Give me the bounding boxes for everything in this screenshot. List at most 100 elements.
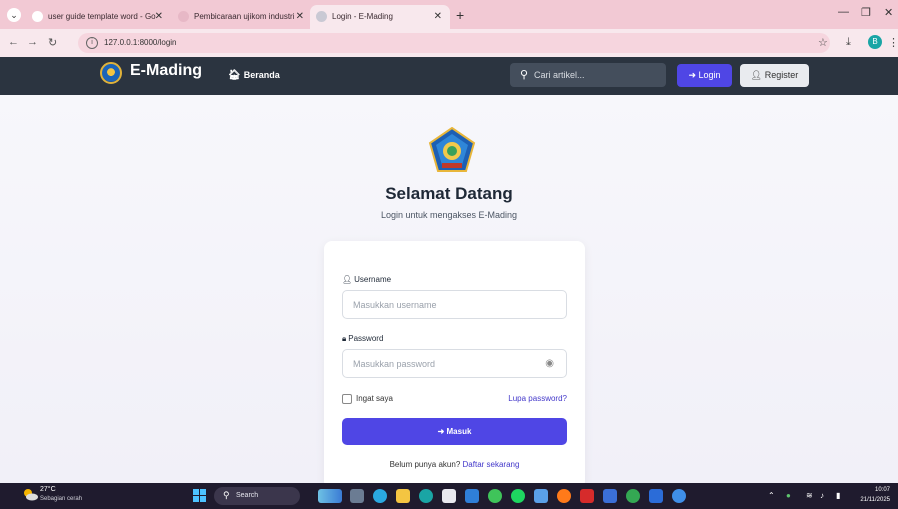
password-label: 🔒︎ Password [342, 334, 383, 344]
remember-checkbox[interactable] [342, 394, 352, 404]
window-close-icon[interactable]: ✕ [884, 6, 893, 19]
register-button-label: Register [764, 70, 799, 80]
remember-label: Ingat saya [356, 394, 393, 404]
minimize-icon[interactable]: — [838, 6, 849, 18]
username-label: 👤︎ Username [342, 275, 391, 284]
restore-icon[interactable]: ❐ [861, 6, 871, 19]
sign-in-icon: ➜ [437, 427, 445, 436]
page-icon [178, 11, 189, 22]
battery-icon[interactable]: ▮ [836, 491, 840, 500]
brand-logo-icon [100, 62, 122, 84]
login-button-label: Login [698, 70, 721, 80]
register-prompt: Belum punya akun? Daftar sekarang [324, 460, 585, 469]
app-icon[interactable] [672, 489, 686, 503]
whatsapp-icon[interactable] [488, 489, 502, 503]
browser-tab-2[interactable]: Pembicaraan ujikom industri ✕ [172, 5, 312, 29]
clock-time[interactable]: 10:07 [868, 487, 890, 493]
school-logo [428, 126, 476, 173]
browser-icon[interactable] [419, 489, 433, 503]
task-view-icon[interactable] [350, 489, 364, 503]
register-button[interactable]: 👤︎ Register [740, 64, 809, 87]
wifi-icon[interactable]: ≋ [806, 491, 813, 500]
forgot-password-link[interactable]: Lupa password? [508, 394, 567, 403]
back-icon[interactable]: ← [8, 36, 19, 48]
app-navbar: E-Mading 🏠︎Beranda ⚲ ➜ Login 👤︎ Register [0, 57, 898, 95]
page-title: Selamat Datang [385, 184, 513, 203]
browser-tabstrip: ⌄ user guide template word - Go ✕ Pembic… [0, 0, 898, 29]
tray-chevron-icon[interactable]: ⌃ [768, 491, 775, 500]
password-field: ◉ [342, 349, 567, 378]
search-icon: ⚲ [520, 69, 529, 81]
temperature: 27°C [40, 486, 56, 493]
password-input[interactable] [353, 357, 548, 371]
taskbar-search[interactable]: ⚲ Search [214, 487, 300, 505]
app-icon[interactable] [580, 489, 594, 503]
address-bar[interactable]: i 127.0.0.1:8000/login [78, 33, 830, 53]
browser-tab-3[interactable]: Login - E-Mading ✕ [310, 5, 450, 29]
chrome-menu-icon[interactable]: ⋮ [888, 36, 898, 49]
no-account-text: Belum punya akun? [389, 460, 461, 469]
eye-icon[interactable]: ◉ [545, 358, 554, 369]
submit-button-label: Masuk [446, 427, 472, 436]
forward-icon[interactable]: → [27, 36, 38, 48]
username-field [342, 290, 567, 319]
lock-icon: 🔒︎ [342, 334, 347, 343]
file-explorer-icon[interactable] [396, 489, 410, 503]
download-icon[interactable]: ⤓ [846, 36, 851, 49]
tray-app-icon[interactable]: ● [786, 491, 791, 500]
reload-icon[interactable]: ↻ [48, 36, 57, 49]
taskbar-search-label: Search [236, 492, 259, 499]
user-plus-icon: 👤︎ [750, 70, 763, 80]
tab-title: user guide template word - Go [48, 12, 156, 21]
weather-icon[interactable] [22, 487, 38, 501]
password-label-text: Password [348, 334, 384, 343]
search-icon: ⚲ [223, 490, 230, 500]
app-icon[interactable] [603, 489, 617, 503]
app-icon[interactable] [557, 489, 571, 503]
tab-title: Login - E-Mading [332, 12, 393, 21]
user-icon: 👤︎ [342, 275, 353, 284]
chrome-icon[interactable] [626, 489, 640, 503]
remember-me[interactable]: Ingat saya [342, 394, 393, 404]
volume-icon[interactable]: ♪ [820, 491, 824, 500]
url-text: 127.0.0.1:8000/login [104, 38, 177, 47]
vscode-icon[interactable] [465, 489, 479, 503]
profile-avatar[interactable]: B [868, 35, 882, 49]
windows-start-icon[interactable] [193, 489, 207, 503]
login-card: 👤︎Username 🔒︎Password ◉ Ingat saya Lupa … [324, 241, 585, 489]
spotify-icon[interactable] [511, 489, 525, 503]
nav-home-link[interactable]: 🏠︎ Beranda [228, 70, 280, 81]
google-icon [32, 11, 43, 22]
site-info-icon[interactable]: i [86, 37, 98, 49]
word-icon[interactable] [649, 489, 663, 503]
edge-icon[interactable] [373, 489, 387, 503]
close-icon[interactable]: ✕ [155, 5, 163, 29]
clock-date[interactable]: 21/11/2025 [846, 497, 890, 503]
search-input[interactable] [534, 67, 658, 83]
tab-search-icon[interactable]: ⌄ [7, 8, 21, 22]
store-icon[interactable] [442, 489, 456, 503]
nav-home-label: Beranda [243, 70, 280, 80]
new-tab-icon[interactable]: + [456, 5, 464, 25]
username-label-text: Username [354, 275, 392, 284]
app-icon[interactable] [534, 489, 548, 503]
page-subtitle: Login untuk mengakses E-Mading [380, 210, 518, 220]
login-button[interactable]: ➜ Login [677, 64, 732, 87]
close-icon[interactable]: ✕ [434, 5, 442, 29]
sign-in-icon: ➜ [688, 70, 696, 80]
widgets-icon[interactable] [318, 489, 342, 503]
close-icon[interactable]: ✕ [296, 5, 304, 29]
windows-taskbar: 27°C Sebagian cerah ⚲ Search ⌃ ● ≋ ♪ ▮ 1… [0, 483, 898, 509]
search-box: ⚲ [510, 63, 666, 87]
main-content: Selamat Datang Login untuk mengakses E-M… [0, 95, 898, 489]
username-input[interactable] [353, 298, 548, 312]
browser-toolbar: ← → ↻ i 127.0.0.1:8000/login ☆ ⤓ ⋮ [0, 29, 898, 57]
page-icon [316, 11, 327, 22]
home-icon: 🏠︎ [228, 70, 241, 81]
tab-title: Pembicaraan ujikom industri [194, 12, 295, 21]
submit-button[interactable]: ➜ Masuk [342, 418, 567, 445]
register-link[interactable]: Daftar sekarang [463, 460, 520, 469]
bookmark-star-icon[interactable]: ☆ [818, 36, 828, 49]
brand-name[interactable]: E-Mading [130, 62, 202, 80]
browser-tab-1[interactable]: user guide template word - Go ✕ [26, 5, 171, 29]
